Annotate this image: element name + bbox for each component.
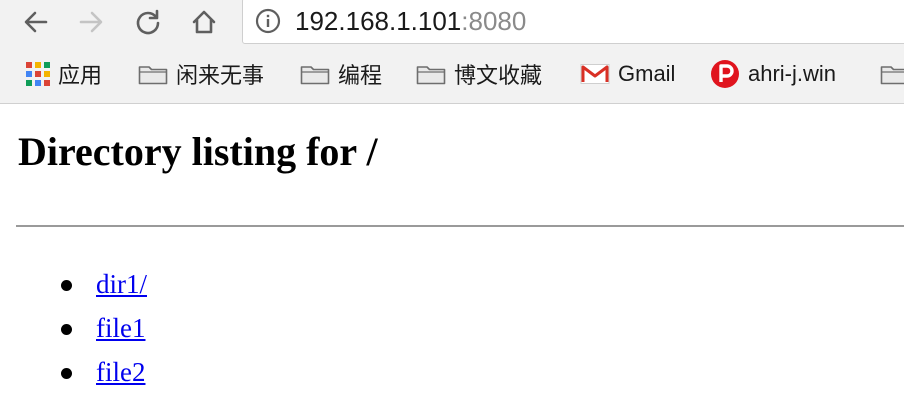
horizontal-rule (16, 225, 904, 227)
info-icon[interactable] (255, 8, 281, 34)
bookmark-ahri[interactable]: ahri-j.win (710, 58, 836, 90)
back-arrow-icon (24, 11, 48, 33)
url-port: :8080 (461, 6, 527, 36)
folder-icon (416, 66, 446, 85)
entry-link-file2[interactable]: file2 (96, 357, 145, 387)
folder-icon (300, 66, 330, 85)
apps-grid-icon (26, 62, 50, 86)
bookmark-label: 闲来无事 (176, 63, 265, 88)
p-badge-icon (711, 60, 739, 88)
bookmark-label: 博文收藏 (454, 63, 543, 88)
bookmark-apps[interactable]: 应用 (26, 58, 102, 90)
entry-link-file1[interactable]: file1 (96, 313, 145, 343)
list-item: dir1/ (61, 262, 147, 306)
bookmark-folder-programming[interactable]: 编程 (300, 58, 382, 90)
bookmark-folder-articles[interactable]: 博文收藏 (416, 58, 542, 90)
reload-button[interactable] (130, 4, 166, 40)
list-item: file1 (61, 306, 147, 350)
bookmark-folder-overflow[interactable] (880, 58, 904, 90)
bookmark-gmail[interactable]: Gmail (580, 58, 675, 90)
url-host: 192.168.1.101 (295, 6, 462, 36)
gmail-icon (580, 64, 610, 84)
bookmark-label: 编程 (338, 63, 383, 88)
bookmark-apps-label: 应用 (58, 63, 103, 88)
page-title: Directory listing for / (18, 129, 378, 174)
browser-toolbar: 192.168.1.101:8080 (0, 0, 904, 44)
bookmark-label: ahri-j.win (748, 61, 837, 86)
forward-button[interactable] (73, 4, 109, 40)
back-button[interactable] (18, 4, 54, 40)
reload-icon (136, 9, 160, 35)
home-button[interactable] (186, 4, 222, 40)
bookmark-folder-leisure[interactable]: 闲来无事 (138, 58, 264, 90)
url-text[interactable]: 192.168.1.101:8080 (295, 5, 526, 37)
bookmarks-bar: 应用 闲来无事 编程 博文收藏 Gmail ahri-j.win (0, 44, 904, 104)
list-item: file2 (61, 350, 147, 394)
directory-listing: dir1/ file1 file2 (61, 262, 147, 394)
folder-icon (138, 66, 168, 85)
folder-icon (880, 66, 904, 85)
home-icon (192, 10, 216, 34)
entry-link-dir1[interactable]: dir1/ (96, 269, 147, 299)
address-bar[interactable]: 192.168.1.101:8080 (242, 0, 904, 44)
bookmark-label: Gmail (618, 61, 676, 86)
forward-arrow-icon (79, 11, 103, 33)
